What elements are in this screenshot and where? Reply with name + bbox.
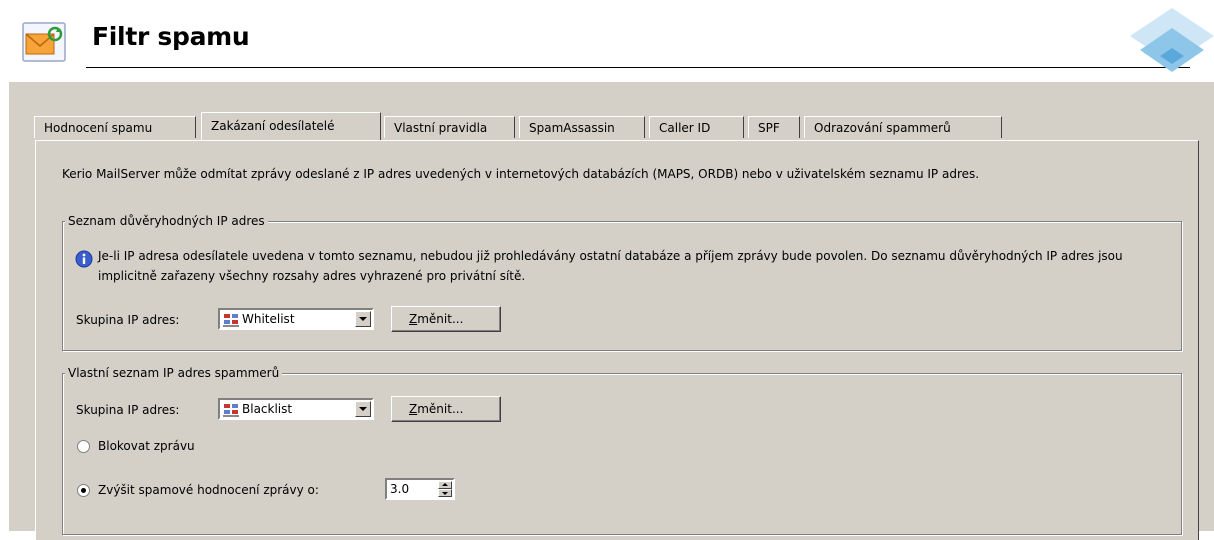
spammer-ip-group-value: Blacklist xyxy=(242,402,293,416)
tab-custom-rules[interactable]: Vlastní pravidla xyxy=(384,116,515,138)
spinner-buttons xyxy=(438,481,452,497)
tab-spf[interactable]: SPF xyxy=(748,116,800,138)
tab-caller-id[interactable]: Caller ID xyxy=(649,116,744,138)
raise-score-label[interactable]: Zvýšit spamové hodnocení zprávy o: xyxy=(98,482,319,498)
block-message-label[interactable]: Blokovat zprávu xyxy=(98,438,195,454)
spammer-ip-group-label: Skupina IP adres: xyxy=(76,403,180,417)
tab-spam-rating[interactable]: Hodnocení spamu xyxy=(34,116,196,138)
spammer-change-button[interactable]: Změnit... xyxy=(391,396,501,422)
spin-up-icon[interactable] xyxy=(438,481,452,489)
tab-spammer-repelling[interactable]: Odrazování spammerů xyxy=(804,116,1002,138)
trusted-ip-group-value: Whitelist xyxy=(242,312,295,326)
info-icon xyxy=(75,250,93,268)
trusted-ip-group: Seznam důvěryhodných IP adres Je-li IP a… xyxy=(62,213,1182,351)
raise-score-radio[interactable] xyxy=(77,484,90,497)
dropdown-arrow-icon[interactable] xyxy=(355,311,371,327)
header: Filtr spamu xyxy=(0,0,1214,80)
trusted-ip-info-text: Je-li IP adresa odesílatele uvedena v to… xyxy=(98,249,1123,283)
block-message-radio[interactable] xyxy=(77,440,90,453)
spammer-ip-group-legend: Vlastní seznam IP adres spammerů xyxy=(65,365,283,381)
dropdown-arrow-icon[interactable] xyxy=(355,401,371,417)
raise-score-spinner[interactable]: 3.0 xyxy=(385,478,455,500)
spammer-ip-group-select[interactable]: Blacklist xyxy=(218,398,374,420)
trusted-ip-group-label: Skupina IP adres: xyxy=(76,313,180,327)
spammer-ip-group: Vlastní seznam IP adres spammerů Skupina… xyxy=(62,365,1182,535)
spin-down-icon[interactable] xyxy=(438,489,452,497)
trusted-ip-group-legend: Seznam důvěryhodných IP adres xyxy=(65,213,268,229)
tab-strip: Hodnocení spamu Zakázaní odesílatelé Vla… xyxy=(34,112,1134,142)
kerio-corner-logo xyxy=(1130,8,1214,72)
raise-score-value[interactable]: 3.0 xyxy=(390,482,409,497)
content-panel: Hodnocení spamu Zakázaní odesílatelé Vla… xyxy=(9,82,1214,540)
tab-blocked-senders[interactable]: Zakázaní odesílatelé xyxy=(201,112,381,140)
description-text: Kerio MailServer může odmítat zprávy ode… xyxy=(62,167,980,181)
ip-group-icon xyxy=(223,314,239,327)
trusted-change-button[interactable]: Změnit... xyxy=(391,306,501,332)
page-title: Filtr spamu xyxy=(92,22,250,51)
tab-spamassassin[interactable]: SpamAssassin xyxy=(519,116,645,138)
trusted-ip-group-select[interactable]: Whitelist xyxy=(218,308,374,330)
spam-filter-envelope-icon xyxy=(22,22,66,62)
ip-group-icon xyxy=(223,404,239,417)
header-divider xyxy=(86,67,1190,68)
